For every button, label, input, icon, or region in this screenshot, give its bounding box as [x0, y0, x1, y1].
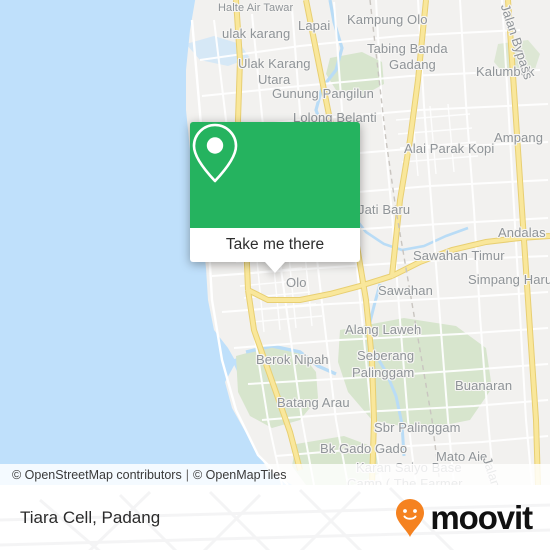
attribution-osm[interactable]: © OpenStreetMap contributors — [12, 468, 182, 482]
place-name-text: Tiara Cell, Padang — [20, 507, 161, 527]
place-name: Tiara Cell, Padang — [20, 485, 160, 550]
moovit-pin-icon — [396, 498, 425, 537]
map-canvas[interactable]: Halte Air Tawar ulak karang Lapai Kampun… — [0, 0, 550, 485]
map-attribution: © OpenStreetMap contributors | © OpenMap… — [0, 464, 550, 485]
popup-header — [190, 122, 360, 228]
attribution-tiles[interactable]: © OpenMapTiles — [193, 468, 287, 482]
location-popup-card[interactable]: Take me there — [190, 122, 360, 273]
moovit-wordmark: moovit — [430, 499, 533, 536]
bottom-bar: Tiara Cell, Padang moovit — [0, 485, 550, 550]
take-me-there-label: Take me there — [225, 236, 325, 253]
moovit-logo[interactable]: moovit — [395, 485, 533, 550]
map-pin-icon — [192, 123, 238, 183]
popup-tail — [265, 262, 285, 273]
screenshot-root: Halte Air Tawar ulak karang Lapai Kampun… — [0, 0, 550, 550]
attribution-separator: | — [185, 467, 189, 482]
take-me-there-button[interactable]: Take me there — [190, 228, 360, 273]
